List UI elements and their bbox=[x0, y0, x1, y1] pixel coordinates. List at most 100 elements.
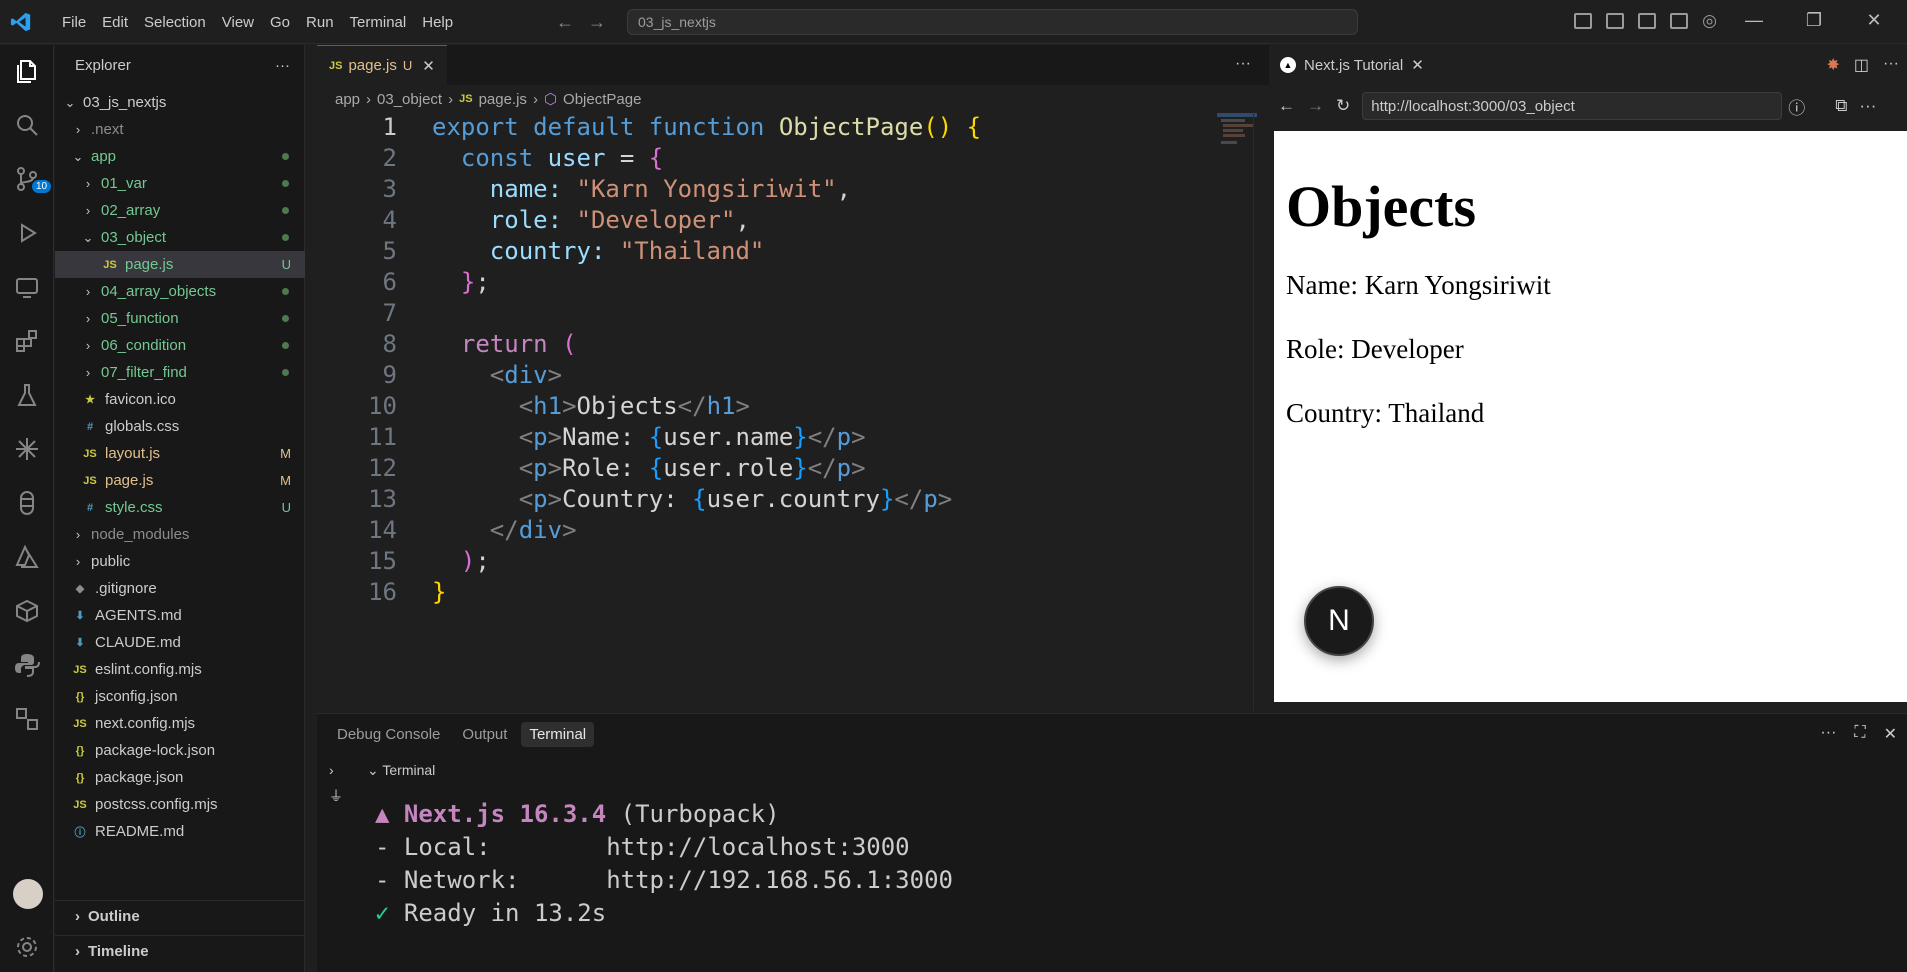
tree-item-05-function[interactable]: › 05_function bbox=[55, 305, 305, 332]
tree-item-next-config[interactable]: JS next.config.mjs bbox=[55, 710, 305, 737]
tree-item-style-css[interactable]: # style.css U bbox=[55, 494, 305, 521]
tab-nextjs-tutorial[interactable]: ▲ Next.js Tutorial ✕ bbox=[1270, 45, 1434, 85]
tree-root[interactable]: ⌄ 03_js_nextjs bbox=[55, 89, 305, 116]
extensions-icon[interactable] bbox=[13, 327, 41, 355]
tree-item-02-array[interactable]: › 02_array bbox=[55, 197, 305, 224]
tab-debug-console[interactable]: Debug Console bbox=[329, 722, 448, 747]
tree-item-next[interactable]: › .next bbox=[55, 116, 305, 143]
toggle-secondary-sidebar-icon[interactable] bbox=[1670, 12, 1689, 29]
menu-view[interactable]: View bbox=[214, 14, 262, 31]
tree-item-favicon[interactable]: ★ favicon.ico bbox=[55, 386, 305, 413]
vscode-logo-icon[interactable] bbox=[10, 11, 32, 33]
tree-item-package-json[interactable]: {} package.json bbox=[55, 764, 305, 791]
python-icon[interactable] bbox=[13, 651, 41, 679]
tab-output[interactable]: Output bbox=[454, 722, 515, 747]
tree-item-03-object[interactable]: ⌄ 03_object bbox=[55, 224, 305, 251]
tree-item-eslint-config[interactable]: JS eslint.config.mjs bbox=[55, 656, 305, 683]
close-panel-icon[interactable]: ✕ bbox=[1884, 724, 1897, 744]
tree-item-claude-md[interactable]: ⬇ CLAUDE.md bbox=[55, 629, 305, 656]
back-arrow-icon[interactable]: ← bbox=[1278, 96, 1295, 116]
claude-spark-icon[interactable]: ✸ bbox=[1826, 55, 1839, 75]
close-tab-icon[interactable]: ✕ bbox=[1411, 56, 1424, 74]
tree-item-agents-md[interactable]: ⬇ AGENTS.md bbox=[55, 602, 305, 629]
source-control-icon[interactable]: 10 bbox=[13, 165, 52, 193]
tree-item-globals-css[interactable]: # globals.css bbox=[55, 413, 305, 440]
menu-file[interactable]: File bbox=[54, 14, 94, 31]
timeline-section[interactable]: › Timeline bbox=[55, 935, 305, 967]
customize-layout-icon[interactable] bbox=[1574, 12, 1593, 29]
tree-item-page-js-active[interactable]: JS page.js U bbox=[55, 251, 305, 278]
tree-item-package-lock[interactable]: {} package-lock.json bbox=[55, 737, 305, 764]
editor-divider[interactable] bbox=[1253, 111, 1254, 711]
tree-item-04-array-objects[interactable]: › 04_array_objects bbox=[55, 278, 305, 305]
code-editor[interactable]: 1 2 3 4 5 6 7 8 9 10 11 12 13 14 15 16 e… bbox=[317, 113, 1269, 712]
search-icon[interactable] bbox=[13, 111, 41, 139]
tree-item-app[interactable]: ⌄ app bbox=[55, 143, 305, 170]
settings-gear-icon[interactable] bbox=[13, 933, 41, 961]
tree-item-postcss-config[interactable]: JS postcss.config.mjs bbox=[55, 791, 305, 818]
url-input[interactable] bbox=[1362, 92, 1783, 120]
scm-badge: 10 bbox=[32, 180, 52, 193]
more-actions-icon[interactable]: ··· bbox=[1859, 96, 1876, 116]
menu-run[interactable]: Run bbox=[298, 14, 342, 31]
close-tab-icon[interactable]: ✕ bbox=[422, 57, 435, 75]
plug-icon[interactable]: ⏚ bbox=[329, 786, 343, 806]
maximize-panel-icon[interactable]: ⛶ bbox=[1854, 724, 1865, 744]
tree-item-page-js[interactable]: JS page.js M bbox=[55, 467, 305, 494]
breadcrumb-item[interactable]: page.js bbox=[479, 91, 527, 108]
more-actions-icon[interactable]: ··· bbox=[1883, 55, 1899, 75]
toggle-sidebar-icon[interactable] bbox=[1606, 12, 1625, 29]
testing-flask-icon[interactable] bbox=[13, 381, 41, 409]
explorer-icon[interactable] bbox=[13, 57, 41, 85]
claude-icon[interactable] bbox=[13, 435, 41, 463]
tree-item-07-filter-find[interactable]: › 07_filter_find bbox=[55, 359, 305, 386]
nextjs-dev-tools-button[interactable]: N bbox=[1304, 586, 1374, 656]
inspect-icon[interactable]: ⧉ bbox=[1835, 96, 1847, 116]
forward-arrow-icon[interactable]: → bbox=[588, 12, 606, 33]
toggle-panel-icon[interactable] bbox=[1638, 12, 1657, 29]
tree-item-node-modules[interactable]: › node_modules bbox=[55, 521, 305, 548]
tab-terminal[interactable]: Terminal bbox=[521, 721, 595, 747]
editor-more-actions-icon[interactable]: ··· bbox=[1235, 55, 1251, 73]
more-actions-icon[interactable]: ··· bbox=[275, 57, 290, 74]
menu-go[interactable]: Go bbox=[262, 14, 298, 31]
close-window-icon[interactable]: ✕ bbox=[1851, 10, 1897, 31]
menu-terminal[interactable]: Terminal bbox=[342, 14, 415, 31]
forward-arrow-icon[interactable]: → bbox=[1307, 96, 1324, 116]
tree-item-public[interactable]: › public bbox=[55, 548, 305, 575]
command-center-search[interactable]: 03_js_nextjs bbox=[627, 9, 1358, 35]
tree-item-06-condition[interactable]: › 06_condition bbox=[55, 332, 305, 359]
azure-icon[interactable] bbox=[13, 543, 41, 571]
breadcrumb-item[interactable]: 03_object bbox=[377, 91, 442, 108]
reload-icon[interactable]: ↻ bbox=[1336, 96, 1350, 116]
restore-icon[interactable]: ❐ bbox=[1791, 10, 1837, 31]
terminal-header[interactable]: ⌄ Terminal bbox=[367, 762, 435, 779]
more-actions-icon[interactable]: ··· bbox=[1820, 724, 1836, 744]
tree-item-jsconfig[interactable]: {} jsconfig.json bbox=[55, 683, 305, 710]
menu-selection[interactable]: Selection bbox=[136, 14, 214, 31]
chevron-right-icon[interactable]: › bbox=[329, 762, 343, 778]
run-debug-icon[interactable] bbox=[13, 219, 41, 247]
minimap[interactable] bbox=[1217, 113, 1257, 153]
tab-page-js[interactable]: JS page.js U ✕ bbox=[317, 45, 447, 85]
menu-edit[interactable]: Edit bbox=[94, 14, 136, 31]
breadcrumb-item[interactable]: ObjectPage bbox=[563, 91, 641, 108]
split-editor-icon[interactable]: ◫ bbox=[1854, 55, 1869, 75]
breadcrumb-item[interactable]: app bbox=[335, 91, 360, 108]
diff-icon[interactable] bbox=[13, 705, 41, 733]
figma-icon[interactable] bbox=[13, 489, 41, 517]
globe-icon[interactable]: ◎ bbox=[1702, 11, 1717, 31]
containers-icon[interactable] bbox=[13, 597, 41, 625]
tree-item-01-var[interactable]: › 01_var bbox=[55, 170, 305, 197]
tree-item-layout-js[interactable]: JS layout.js M bbox=[55, 440, 305, 467]
minimize-icon[interactable]: — bbox=[1731, 10, 1777, 31]
outline-section[interactable]: › Outline bbox=[55, 900, 305, 932]
menu-help[interactable]: Help bbox=[414, 14, 461, 31]
info-icon[interactable]: ⓘ bbox=[1788, 94, 1805, 119]
tree-item-readme[interactable]: ⓘ README.md bbox=[55, 818, 305, 845]
back-arrow-icon[interactable]: ← bbox=[556, 12, 574, 33]
account-avatar[interactable] bbox=[13, 879, 43, 909]
tree-item-gitignore[interactable]: ◆ .gitignore bbox=[55, 575, 305, 602]
terminal-output[interactable]: ▲ Next.js 16.3.4 (Turbopack) - Local: htt… bbox=[375, 798, 953, 930]
remote-explorer-icon[interactable] bbox=[13, 273, 41, 301]
